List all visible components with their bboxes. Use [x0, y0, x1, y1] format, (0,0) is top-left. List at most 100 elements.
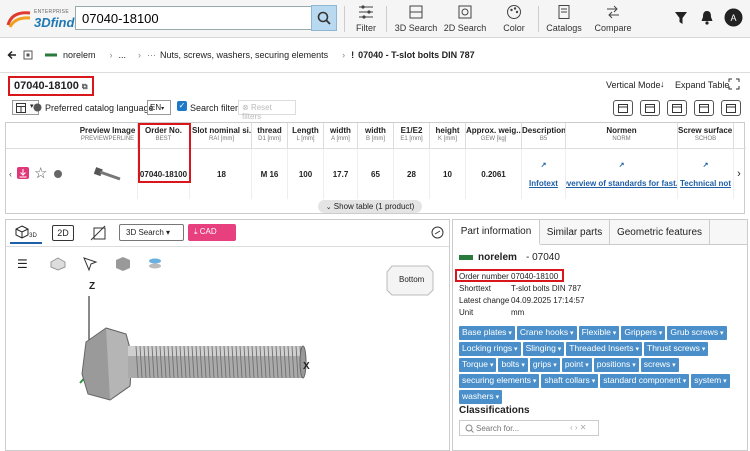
external-link-icon[interactable]: ↗ [703, 161, 709, 169]
tab-geometric-features[interactable]: Geometric features [610, 220, 710, 245]
tag-chip[interactable]: Locking rings [459, 342, 521, 356]
share-icon[interactable] [431, 226, 444, 239]
reset-filters-button[interactable]: ⊗ Reset filters [238, 100, 296, 121]
tag-chip[interactable]: Slinging [522, 342, 565, 356]
technical-note-link[interactable]: Technical not [680, 179, 731, 188]
export-button[interactable] [694, 100, 714, 116]
tab-similar-parts[interactable]: Similar parts [540, 220, 610, 245]
breadcrumb-ellipsis[interactable]: ... [119, 50, 127, 60]
supplier-name[interactable]: norelem [478, 252, 517, 263]
expand-table-label[interactable]: Expand Table [675, 80, 729, 90]
tab-part-information[interactable]: Part information [453, 220, 540, 245]
column-header[interactable]: width B [mm] [358, 123, 394, 149]
tab-2d[interactable]: 2D [52, 225, 74, 241]
column-header[interactable]: Approx. weig... GEW [kg] [466, 123, 522, 149]
shaded-cube-icon[interactable] [115, 256, 131, 272]
sort-arrow-icon[interactable]: ↓ [660, 79, 665, 89]
3d-search-dropdown[interactable]: 3D Search ▾ [119, 224, 184, 241]
language-select[interactable]: EN▾ [147, 100, 171, 115]
part-number: - 07040 [526, 252, 560, 263]
export-button[interactable] [721, 100, 741, 116]
external-link-icon[interactable]: ↗ [619, 161, 625, 169]
funnel-icon[interactable] [674, 11, 688, 25]
tag-chip[interactable]: Crane hooks [516, 326, 577, 340]
filter-button[interactable]: Filter [353, 4, 379, 33]
vertical-mode-label[interactable]: Vertical Mode [606, 80, 661, 90]
list-icon[interactable]: ☰ [17, 257, 28, 271]
classification-search[interactable]: ‹ › ✕ [459, 420, 599, 436]
download-button[interactable] [17, 167, 29, 179]
column-header[interactable]: Preview Image PREVIEWPERLINE [78, 123, 138, 149]
infotext-link[interactable]: Infotext [529, 179, 558, 188]
breadcrumb-category[interactable]: Nuts, screws, washers, securing elements [160, 50, 328, 60]
back-arrow-icon[interactable] [7, 50, 17, 60]
tab-3d[interactable]: 3D [10, 222, 42, 244]
tag-chip[interactable]: washers [459, 390, 503, 404]
bolt-3d-model[interactable] [66, 278, 366, 428]
column-header[interactable]: Slot nominal si... RAI [mm] [192, 123, 252, 149]
scroll-left-icon[interactable]: ‹ [6, 149, 15, 199]
tag-chip[interactable]: shaft collars [541, 374, 599, 388]
category-dots-icon: ⋯ [147, 49, 157, 60]
cursor-icon[interactable] [82, 256, 98, 272]
color-button[interactable]: Color [500, 4, 528, 33]
logo[interactable]: ENTERPRISE 3Dfindit [6, 7, 82, 31]
column-header[interactable]: Length L [mm] [288, 123, 324, 149]
bell-icon[interactable] [700, 10, 714, 25]
tag-chip[interactable]: Grub screws [667, 326, 727, 340]
tag-chip[interactable]: standard component [600, 374, 690, 388]
nav-arrows-icon[interactable]: ‹ › ✕ [570, 423, 586, 432]
tag-chip[interactable]: screws [640, 358, 679, 372]
column-header[interactable]: width A [mm] [324, 123, 358, 149]
column-header[interactable]: thread D1 [mm] [252, 123, 288, 149]
cad-download-button[interactable]: ⤓ CAD [188, 224, 236, 241]
tag-chip[interactable]: Threaded Inserts [566, 342, 643, 356]
cad-label: CAD [199, 227, 217, 236]
tag-chip[interactable]: Thrust screws [644, 342, 709, 356]
search-filter-checkbox[interactable]: ✓ [177, 101, 187, 111]
copy-icon[interactable]: ⧉ [82, 82, 88, 91]
home-icon[interactable] [23, 50, 33, 60]
column-header[interactable]: height K [mm] [430, 123, 466, 149]
view-cube[interactable]: Bottom [386, 264, 434, 296]
export-button[interactable] [667, 100, 687, 116]
tag-chip[interactable]: positions [593, 358, 639, 372]
tag-chip[interactable]: Torque [459, 358, 497, 372]
external-link-icon[interactable]: ↗ [541, 161, 547, 169]
breadcrumb-supplier[interactable]: norelem [63, 50, 96, 60]
column-header[interactable]: E1/E2 E1 [mm] [394, 123, 430, 149]
expand-icon[interactable] [728, 78, 740, 90]
layers-icon[interactable] [147, 256, 163, 272]
breadcrumb-separator: › [342, 50, 346, 60]
export-table-icon [645, 104, 655, 113]
tag-chip[interactable]: system [691, 374, 730, 388]
compare-button[interactable]: Compare [594, 4, 632, 33]
classification-search-input[interactable] [476, 422, 564, 434]
2d-search-button[interactable]: 2D Search [443, 4, 487, 33]
wireframe-icon[interactable] [50, 257, 66, 271]
standards-link[interactable]: Overview of standards for fast... [566, 179, 677, 188]
normen-cell: ↗ Overview of standards for fast... [566, 149, 678, 199]
measure-icon[interactable] [90, 225, 108, 241]
export-button[interactable] [640, 100, 660, 116]
show-table-toggle[interactable]: ⌄ Show table (1 product) [318, 200, 422, 213]
tag-chip[interactable]: bolts [498, 358, 528, 372]
3d-search-button[interactable]: 3D Search [394, 4, 438, 33]
tag-chip[interactable]: Grippers [621, 326, 666, 340]
tag-chip[interactable]: point [561, 358, 592, 372]
star-icon[interactable]: ☆ [34, 164, 47, 182]
column-header[interactable]: Description B5 [522, 123, 566, 149]
tag-chip[interactable]: Flexible [578, 326, 620, 340]
export-button[interactable] [613, 100, 633, 116]
search-input[interactable] [75, 6, 312, 30]
tag-chip[interactable]: Base plates [459, 326, 515, 340]
tag-chip[interactable]: securing elements [459, 374, 540, 388]
avatar-icon[interactable]: A [724, 8, 743, 27]
search-button[interactable] [311, 5, 337, 31]
3d-search-label: 3D Search [394, 23, 438, 33]
catalogs-button[interactable]: Catalogs [546, 4, 582, 33]
scroll-right-icon[interactable]: › [734, 149, 744, 199]
column-header[interactable]: Normen NORM [566, 123, 678, 149]
column-header[interactable]: Screw surface fi...SCHOB [678, 123, 734, 149]
tag-chip[interactable]: grips [529, 358, 560, 372]
